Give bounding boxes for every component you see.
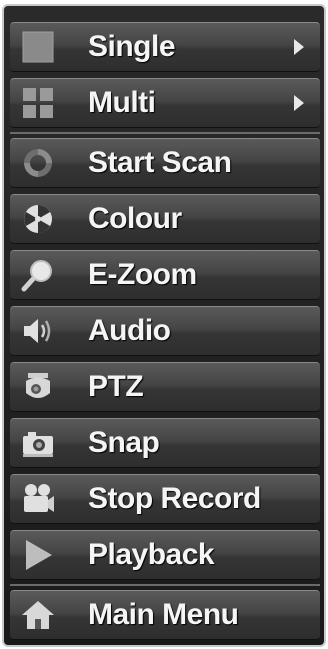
magnifier-icon <box>16 253 60 297</box>
menu-item-multi[interactable]: Multi <box>10 78 320 128</box>
menu-item-label: Stop Record <box>88 482 261 515</box>
menu-item-label: Multi <box>88 86 156 119</box>
menu-item-label: E-Zoom <box>88 258 197 291</box>
menu-item-snap[interactable]: Snap <box>10 418 320 468</box>
submenu-arrow-icon <box>294 39 304 55</box>
home-icon <box>16 593 60 637</box>
scan-cycle-icon <box>16 141 60 185</box>
menu-item-colour[interactable]: Colour <box>10 194 320 244</box>
menu-item-label: Snap <box>88 426 160 459</box>
submenu-arrow-icon <box>294 95 304 111</box>
menu-divider <box>10 132 320 134</box>
camera-icon <box>16 421 60 465</box>
menu-item-label: Main Menu <box>88 598 239 631</box>
menu-item-audio[interactable]: Audio <box>10 306 320 356</box>
menu-item-single[interactable]: Single <box>10 22 320 72</box>
single-square-icon <box>16 25 60 69</box>
menu-divider <box>10 584 320 586</box>
video-camera-icon <box>16 477 60 521</box>
menu-item-ptz[interactable]: PTZ <box>10 362 320 412</box>
menu-item-label: Start Scan <box>88 146 232 179</box>
color-palette-icon <box>16 197 60 241</box>
grid-icon <box>16 81 60 125</box>
speaker-icon <box>16 309 60 353</box>
context-menu: Single Multi Start Scan Colour E-Zoom Au… <box>2 4 326 647</box>
menu-item-stop-record[interactable]: Stop Record <box>10 474 320 524</box>
menu-item-label: Colour <box>88 202 182 235</box>
ptz-camera-icon <box>16 365 60 409</box>
menu-item-label: Single <box>88 30 176 63</box>
play-icon <box>16 533 60 577</box>
menu-item-label: Playback <box>88 538 215 571</box>
menu-item-e-zoom[interactable]: E-Zoom <box>10 250 320 300</box>
menu-item-label: PTZ <box>88 370 144 403</box>
menu-item-start-scan[interactable]: Start Scan <box>10 138 320 188</box>
menu-item-playback[interactable]: Playback <box>10 530 320 580</box>
menu-item-label: Audio <box>88 314 171 347</box>
menu-item-main-menu[interactable]: Main Menu <box>10 590 320 640</box>
